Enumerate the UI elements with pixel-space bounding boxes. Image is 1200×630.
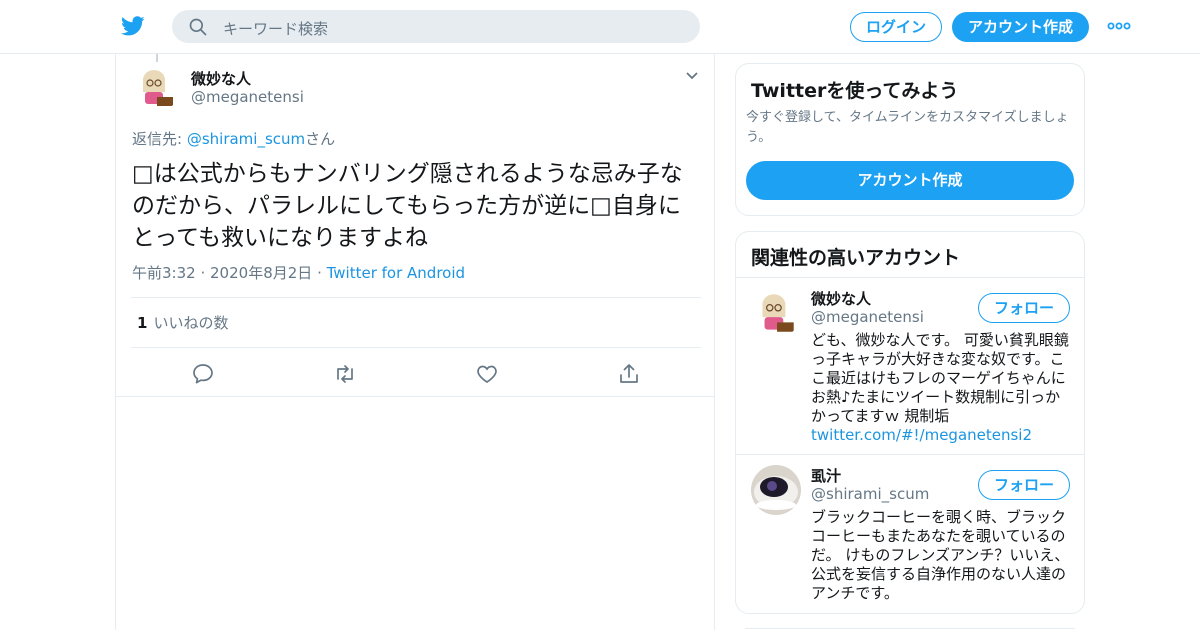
divider [116, 396, 714, 397]
retweet-icon[interactable] [333, 362, 357, 386]
reply-to-link[interactable]: @shirami_scum [187, 130, 305, 148]
search-icon [189, 18, 207, 36]
divider [131, 297, 701, 298]
tweet-date[interactable]: 2020年8月2日 [210, 264, 312, 282]
create-account-button[interactable]: アカウント作成 [746, 161, 1074, 200]
search-input[interactable]: キーワード検索 [223, 18, 328, 39]
meta-dot: · [317, 264, 327, 282]
author-handle[interactable]: @meganetensi [191, 88, 304, 106]
signup-card-title: Twitterを使ってみよう [751, 80, 959, 102]
more-dots-icon[interactable] [1106, 18, 1132, 34]
account-bio: ども、微妙な人です。 可愛い貧乳眼鏡っ子キャラが大好きな変な奴です。ここ最近はけ… [811, 331, 1073, 445]
signup-card-description: 今すぐ登録して、タイムラインをカスタマイズしましょう。 [746, 110, 1069, 145]
related-accounts-card: 関連性の高いアカウント 微妙な人 @meganetensi フォロー ども、微妙… [735, 231, 1085, 614]
reply-icon[interactable] [191, 362, 215, 386]
related-account-item: 微妙な人 @meganetensi フォロー ども、微妙な人です。 可愛い貧乳眼… [736, 278, 1084, 454]
tweet-text: □は公式からもナンバリング隠されるような忌み子なのだから、パラレルにしてもらった… [132, 161, 683, 251]
account-bio-text: ども、微妙な人です。 可愛い貧乳眼鏡っ子キャラが大好きな変な奴です。ここ最近はけ… [811, 331, 1069, 425]
reply-context: 返信先: @shirami_scumさん [132, 128, 335, 149]
chevron-down-icon[interactable] [684, 70, 700, 82]
reply-prefix: 返信先: [132, 130, 187, 148]
avatar[interactable] [751, 465, 801, 515]
twitter-bird-icon[interactable] [120, 14, 146, 38]
share-icon[interactable] [617, 362, 641, 386]
account-name[interactable]: 虱汁 [811, 465, 841, 486]
divider [131, 347, 701, 348]
account-bio: ブラックコーヒーを覗く時、ブラックコーヒーもまたあなたを覗いているのだ。 けもの… [811, 508, 1070, 602]
search-bar[interactable]: キーワード検索 [172, 10, 700, 43]
top-bar: キーワード検索 ログイン アカウント作成 [0, 0, 1200, 54]
like-count: 1 [137, 314, 148, 332]
tweet-meta: 午前3:32 · 2020年8月2日 · Twitter for Android [132, 262, 465, 283]
like-label: いいねの数 [153, 314, 229, 332]
tweet-column: 微妙な人 @meganetensi 返信先: @shirami_scumさん □… [115, 54, 715, 630]
like-icon[interactable] [475, 362, 499, 386]
account-handle[interactable]: @shirami_scum [811, 485, 929, 503]
tweet-time[interactable]: 午前3:32 [132, 264, 196, 282]
like-stats[interactable]: 1 いいねの数 [137, 312, 228, 333]
thread-line [156, 54, 158, 62]
avatar[interactable] [751, 288, 801, 338]
follow-button[interactable]: フォロー [978, 293, 1070, 323]
follow-button[interactable]: フォロー [978, 470, 1070, 500]
account-bio-link[interactable]: twitter.com/#!/meganetensi2 [811, 426, 1032, 444]
account-handle[interactable]: @meganetensi [811, 308, 924, 326]
tweet-actions [116, 358, 714, 394]
login-button[interactable]: ログイン [850, 12, 942, 42]
signup-button[interactable]: アカウント作成 [952, 12, 1089, 42]
related-account-item: 虱汁 @shirami_scum フォロー ブラックコーヒーを覗く時、ブラックコ… [736, 455, 1084, 613]
avatar[interactable] [132, 64, 180, 112]
related-accounts-title: 関連性の高いアカウント [751, 247, 961, 269]
reply-suffix: さん [305, 130, 336, 148]
meta-dot: · [200, 264, 211, 282]
author-name[interactable]: 微妙な人 [191, 68, 251, 89]
tweet-source[interactable]: Twitter for Android [327, 264, 465, 282]
account-name[interactable]: 微妙な人 [811, 288, 871, 309]
signup-card: Twitterを使ってみよう 今すぐ登録して、タイムラインをカスタマイズしましょ… [735, 63, 1085, 216]
